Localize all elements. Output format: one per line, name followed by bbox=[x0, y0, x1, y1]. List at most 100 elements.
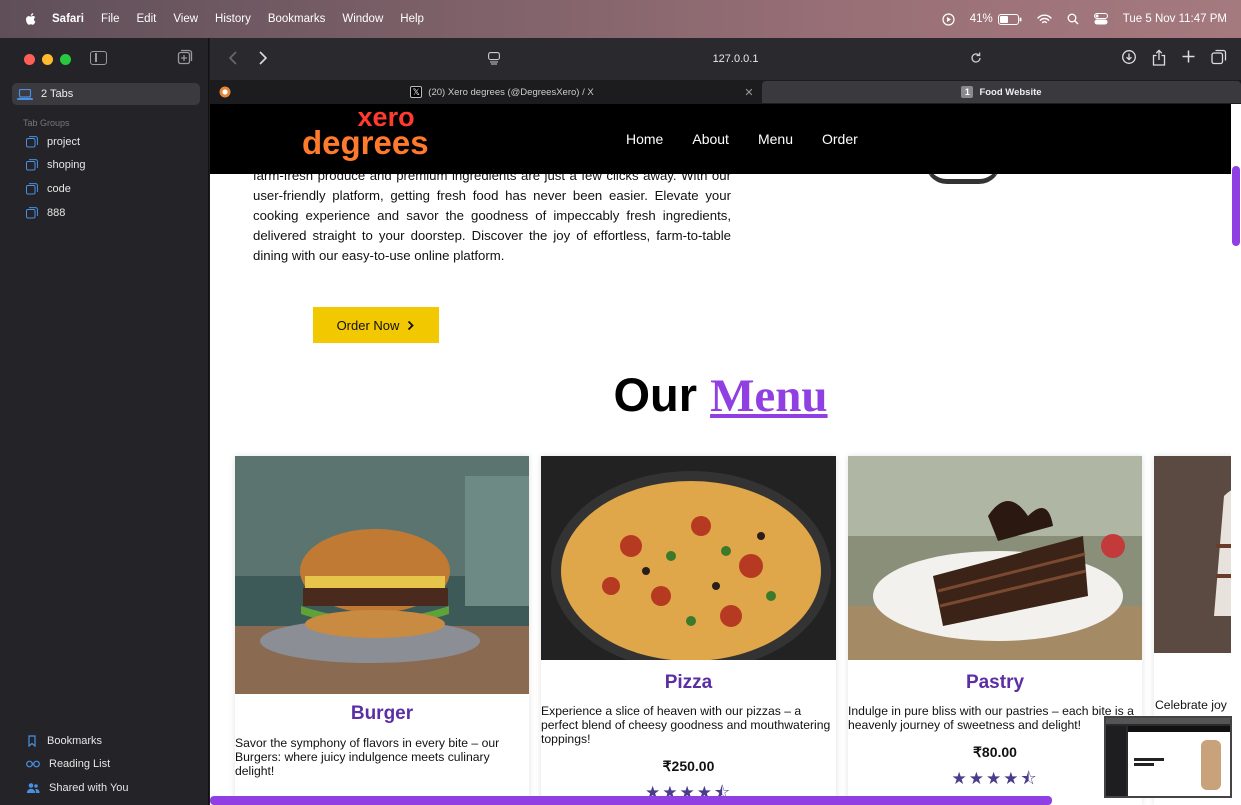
control-center-icon[interactable] bbox=[1093, 13, 1108, 25]
burger-image bbox=[235, 456, 529, 694]
downloads-icon[interactable] bbox=[1121, 49, 1137, 65]
rating-stars: ★★★★⯪ bbox=[848, 766, 1142, 795]
close-window-button[interactable] bbox=[24, 54, 35, 65]
card-title: Burger bbox=[350, 703, 414, 724]
sidebar-item-label: Bookmarks bbox=[47, 735, 103, 747]
zoom-window-button[interactable] bbox=[60, 54, 71, 65]
battery-icon bbox=[997, 13, 1022, 25]
sidebar-item-label: Reading List bbox=[49, 758, 111, 770]
share-icon[interactable] bbox=[1152, 49, 1166, 66]
card-description: Savor the symphony of flavors in every b… bbox=[235, 736, 500, 778]
vertical-scrollbar-thumb[interactable] bbox=[1232, 166, 1240, 246]
order-now-button[interactable]: Order Now bbox=[313, 307, 439, 343]
url-text: 127.0.0.1 bbox=[712, 53, 759, 65]
menu-card-burger[interactable]: Burger Savor the symphony of flavors in … bbox=[235, 456, 529, 805]
bookmark-icon bbox=[28, 735, 36, 747]
star-icon: ★ bbox=[1003, 769, 1021, 788]
star-icon: ★ bbox=[985, 769, 1004, 788]
card-price: ₹250.00 bbox=[662, 758, 715, 774]
sidebar-item-shoping[interactable]: shoping bbox=[26, 159, 86, 171]
menu-card-pizza[interactable]: Pizza Experience a slice of heaven with … bbox=[541, 456, 836, 805]
sidebar: 2 Tabs Tab Groups project shoping code 8… bbox=[0, 38, 209, 805]
menu-heading: Our Menu bbox=[210, 367, 1231, 423]
pinned-tab[interactable] bbox=[210, 81, 240, 103]
card-description: Experience a slice of heaven with our pi… bbox=[541, 704, 831, 746]
tab-group-icon bbox=[26, 136, 38, 148]
site-logo[interactable]: xero degrees bbox=[302, 104, 429, 161]
menu-heading-accent: Menu bbox=[710, 370, 828, 422]
screenshot-thumbnail[interactable] bbox=[1104, 716, 1232, 798]
menu-edit[interactable]: Edit bbox=[137, 13, 157, 25]
card-price: ₹80.00 bbox=[973, 744, 1017, 760]
sidebar-toggle-icon[interactable] bbox=[90, 51, 107, 65]
search-icon[interactable] bbox=[1067, 13, 1079, 25]
sidebar-item-bookmarks[interactable]: Bookmarks bbox=[26, 735, 102, 747]
menu-window[interactable]: Window bbox=[342, 13, 383, 25]
tab-food-website[interactable]: 1 Food Website bbox=[762, 81, 1241, 103]
tab-overview-icon[interactable] bbox=[1211, 49, 1227, 65]
sidebar-item-888[interactable]: 888 bbox=[26, 207, 65, 219]
horizontal-scrollbar[interactable] bbox=[210, 796, 1052, 805]
address-bar[interactable]: 127.0.0.1 bbox=[480, 46, 991, 72]
forward-icon[interactable] bbox=[258, 50, 268, 66]
new-tab-group-icon[interactable] bbox=[177, 49, 193, 65]
menu-heading-word: Our bbox=[613, 368, 697, 421]
menu-view[interactable]: View bbox=[173, 13, 198, 25]
tab-badge: 1 bbox=[961, 86, 974, 98]
browser-toolbar: 127.0.0.1 bbox=[210, 38, 1241, 80]
window-controls bbox=[24, 54, 71, 65]
play-icon[interactable] bbox=[942, 12, 955, 26]
new-tab-icon[interactable] bbox=[1181, 49, 1196, 64]
tab-x-title: (20) Xero degrees (@DegreesXero) / X bbox=[428, 86, 594, 98]
sidebar-item-project[interactable]: project bbox=[26, 136, 80, 148]
nav-order[interactable]: Order bbox=[822, 131, 858, 147]
sidebar-item-label: 888 bbox=[47, 207, 66, 219]
sidebar-item-reading-list[interactable]: Reading List bbox=[26, 758, 110, 770]
laptop-icon bbox=[17, 88, 33, 100]
star-half-icon: ⯪ bbox=[1020, 769, 1039, 788]
sidebar-item-code[interactable]: code bbox=[26, 183, 71, 195]
sidebar-item-label: project bbox=[47, 136, 81, 148]
card-description: Celebrate joy bbox=[1155, 698, 1227, 712]
tab-food-title: Food Website bbox=[979, 86, 1042, 98]
pastry-image bbox=[848, 456, 1142, 660]
menu-history[interactable]: History bbox=[215, 13, 251, 25]
close-tab-icon[interactable]: ✕ bbox=[740, 81, 758, 103]
favicon-icon bbox=[219, 86, 231, 98]
tab-group-icon bbox=[26, 207, 38, 219]
tab-x-profile[interactable]: 𝕏 (20) Xero degrees (@DegreesXero) / X bbox=[242, 81, 762, 103]
sidebar-item-shared-with-you[interactable]: Shared with You bbox=[26, 782, 129, 794]
order-now-label: Order Now bbox=[336, 317, 400, 333]
chevron-right-icon bbox=[408, 320, 415, 330]
tab-groups-heading: Tab Groups bbox=[23, 118, 70, 128]
clock[interactable]: Tue 5 Nov 11:47 PM bbox=[1123, 13, 1227, 25]
sidebar-tabs-label: 2 Tabs bbox=[41, 88, 74, 100]
nav-about[interactable]: About bbox=[692, 131, 729, 147]
nav-home[interactable]: Home bbox=[626, 131, 663, 147]
reload-icon[interactable] bbox=[969, 51, 983, 65]
menu-bar: Safari File Edit View History Bookmarks … bbox=[0, 0, 1241, 38]
pizza-image bbox=[541, 456, 836, 660]
minimize-window-button[interactable] bbox=[42, 54, 53, 65]
card-title: Pastry bbox=[965, 672, 1025, 693]
sidebar-item-label: code bbox=[47, 183, 71, 195]
menu-bookmarks[interactable]: Bookmarks bbox=[268, 13, 326, 25]
toolbar-right-actions bbox=[1121, 49, 1227, 66]
menu-card-pastry[interactable]: Pastry Indulge in pure bliss with our pa… bbox=[848, 456, 1142, 805]
nav-menu[interactable]: Menu bbox=[758, 131, 793, 147]
logo-line-2: degrees bbox=[302, 123, 429, 161]
wifi-icon[interactable] bbox=[1037, 14, 1052, 25]
star-icon: ★ bbox=[951, 769, 969, 788]
people-icon bbox=[26, 783, 40, 793]
card-title: Pizza bbox=[664, 672, 713, 693]
battery-status[interactable]: 41% bbox=[970, 13, 1022, 25]
partial-card-image bbox=[1154, 456, 1231, 653]
back-icon[interactable] bbox=[228, 50, 238, 66]
sidebar-item-tabs[interactable]: 2 Tabs bbox=[12, 83, 200, 105]
page-menu-icon[interactable] bbox=[488, 52, 500, 65]
menu-app-name[interactable]: Safari bbox=[52, 13, 84, 25]
apple-icon[interactable] bbox=[24, 12, 38, 26]
site-header: xero degrees Home About Menu Order bbox=[210, 104, 1231, 174]
menu-file[interactable]: File bbox=[101, 13, 120, 25]
menu-help[interactable]: Help bbox=[400, 13, 424, 25]
